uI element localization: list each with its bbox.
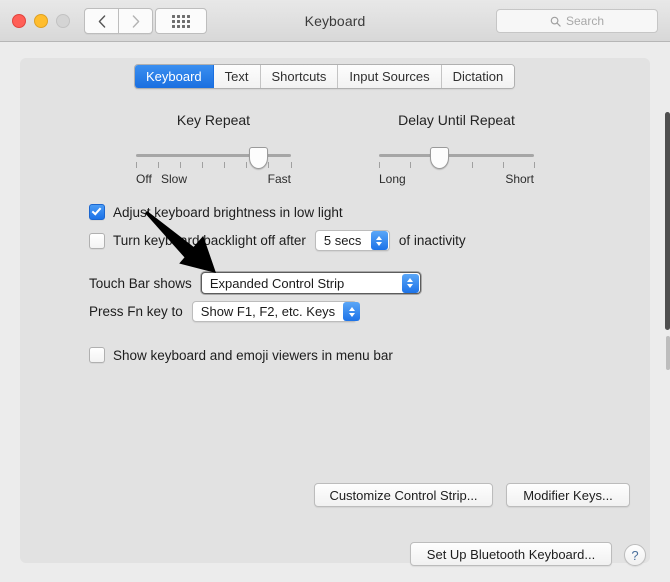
delay-repeat-max-label: Short	[505, 172, 534, 186]
touch-bar-value: Expanded Control Strip	[209, 275, 345, 291]
window-scrollbar-secondary[interactable]	[666, 336, 670, 370]
adjust-brightness-label: Adjust keyboard brightness in low light	[113, 204, 343, 220]
delay-repeat-slider[interactable]: Long Short	[378, 147, 535, 200]
tab-bar: Keyboard Text Shortcuts Input Sources Di…	[134, 64, 516, 89]
slider-tick	[201, 162, 203, 168]
touch-bar-row[interactable]: Touch Bar shows Expanded Control Strip	[89, 272, 421, 294]
help-button-label: ?	[631, 547, 639, 563]
key-repeat-title: Key Repeat	[176, 112, 251, 128]
customize-control-strip-label: Customize Control Strip...	[329, 487, 478, 503]
set-up-bluetooth-keyboard-button[interactable]: Set Up Bluetooth Keyboard...	[410, 542, 612, 566]
adjust-brightness-checkbox[interactable]	[89, 204, 105, 220]
search-input[interactable]: Search	[496, 9, 658, 33]
fn-key-row[interactable]: Press Fn key to Show F1, F2, etc. Keys	[89, 301, 361, 322]
delay-repeat-track[interactable]	[379, 154, 534, 157]
tab-keyboard-label: Keyboard	[146, 69, 202, 84]
slider-tick	[179, 162, 181, 168]
tab-shortcuts-label: Shortcuts	[271, 69, 327, 84]
fn-key-popup[interactable]: Show F1, F2, etc. Keys	[191, 301, 361, 322]
slider-tick	[268, 162, 270, 168]
title-bar: Keyboard Search	[0, 0, 670, 42]
modifier-keys-label: Modifier Keys...	[523, 487, 613, 503]
slider-tick	[409, 162, 411, 168]
key-repeat-min-label: Off	[136, 172, 152, 186]
slider-tick	[224, 162, 226, 168]
fn-key-label: Press Fn key to	[89, 304, 183, 319]
key-repeat-slider-group: Key Repeat Off Slow Fast	[135, 112, 292, 200]
key-repeat-max-label: Fast	[267, 172, 291, 186]
slider-tick	[246, 162, 248, 168]
chevron-updown-icon	[370, 231, 388, 250]
backlight-off-suffix: of inactivity	[398, 233, 466, 248]
show-viewers-label: Show keyboard and emoji viewers in menu …	[113, 347, 393, 363]
show-viewers-row[interactable]: Show keyboard and emoji viewers in menu …	[89, 347, 393, 363]
window-scrollbar[interactable]	[665, 112, 670, 330]
show-viewers-checkbox[interactable]	[89, 347, 105, 363]
modifier-keys-button[interactable]: Modifier Keys...	[506, 483, 630, 507]
slider-tick	[378, 162, 380, 168]
slider-tick	[157, 162, 159, 168]
delay-until-repeat-slider-group: Delay Until Repeat Long Short	[378, 112, 535, 200]
slider-tick	[471, 162, 473, 168]
window-title-text: Keyboard	[304, 12, 366, 29]
delay-repeat-min-label: Long	[379, 172, 406, 186]
tab-dictation-label: Dictation	[452, 69, 504, 84]
slider-tick	[290, 162, 292, 168]
tab-input-sources-label: Input Sources	[349, 69, 430, 84]
tab-shortcuts[interactable]: Shortcuts	[260, 65, 339, 88]
key-repeat-slider[interactable]: Off Slow Fast	[135, 147, 292, 200]
slider-tick	[135, 162, 137, 168]
search-placeholder: Search	[565, 14, 605, 28]
touch-bar-label: Touch Bar shows	[89, 275, 192, 291]
customize-control-strip-button[interactable]: Customize Control Strip...	[314, 483, 493, 507]
backlight-off-row[interactable]: Turn keyboard backlight off after 5 secs…	[89, 230, 466, 251]
key-repeat-second-label: Slow	[161, 172, 188, 186]
delay-repeat-ticks	[378, 162, 535, 169]
delay-repeat-labels: Long Short	[379, 172, 534, 188]
tab-keyboard[interactable]: Keyboard	[135, 65, 214, 88]
tab-text-label: Text	[224, 69, 249, 84]
fn-key-value: Show F1, F2, etc. Keys	[200, 304, 336, 319]
key-repeat-thumb[interactable]	[248, 147, 268, 169]
chevron-updown-icon	[401, 273, 419, 293]
delay-repeat-title: Delay Until Repeat	[398, 112, 515, 128]
chevron-updown-icon	[343, 302, 361, 321]
backlight-off-label: Turn keyboard backlight off after	[113, 233, 306, 248]
slider-tick	[502, 162, 504, 168]
key-repeat-ticks	[135, 162, 292, 169]
key-repeat-labels: Off Slow Fast	[136, 172, 291, 188]
tab-dictation[interactable]: Dictation	[441, 65, 515, 88]
backlight-delay-value: 5 secs	[323, 233, 362, 248]
backlight-delay-popup[interactable]: 5 secs	[314, 230, 390, 251]
touch-bar-popup[interactable]: Expanded Control Strip	[200, 272, 421, 294]
tab-input-sources[interactable]: Input Sources	[338, 65, 442, 88]
tab-text[interactable]: Text	[213, 65, 261, 88]
delay-repeat-thumb[interactable]	[429, 147, 449, 169]
search-icon	[550, 16, 561, 27]
help-button[interactable]: ?	[624, 544, 646, 566]
set-up-bluetooth-keyboard-label: Set Up Bluetooth Keyboard...	[426, 546, 596, 562]
preferences-window: Keyboard Search Keyboard Text Shortcuts …	[0, 0, 670, 582]
backlight-off-checkbox[interactable]	[89, 232, 105, 249]
adjust-brightness-row[interactable]: Adjust keyboard brightness in low light	[89, 204, 343, 220]
slider-tick	[533, 162, 535, 168]
